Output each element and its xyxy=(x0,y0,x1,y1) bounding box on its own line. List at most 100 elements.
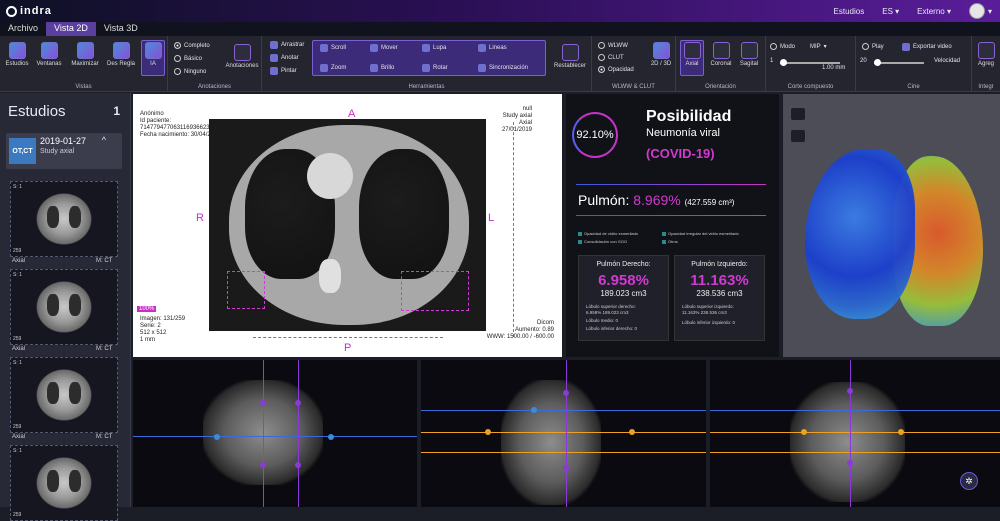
ia-button[interactable]: IA xyxy=(138,42,168,67)
legend-others: Otros xyxy=(662,239,678,244)
chevron-up-icon[interactable]: ^ xyxy=(102,135,106,145)
group-herramientas: Arrastrar Anotar Pintar Scroll Zoom Move… xyxy=(262,36,592,92)
scroll-tool[interactable]: Scroll xyxy=(320,44,346,52)
play-button[interactable]: Play xyxy=(862,43,884,50)
group-wlww: WLWW CLUT Opacidad 2D / 3D WLWW & CLUT xyxy=(592,36,676,92)
language-dropdown[interactable]: ES ▾ xyxy=(882,7,899,16)
restablecer-button[interactable]: Restablecer xyxy=(550,44,590,69)
legend-consolidation: Consolidación con GGO xyxy=(578,239,627,244)
axial-viewer[interactable]: Anónimo Id paciente: 714779477063116936623… xyxy=(133,94,562,357)
brillo-tool[interactable]: Brillo xyxy=(370,64,394,72)
group-integr: Agreg Integr xyxy=(972,36,1000,92)
study-count: 1 xyxy=(113,104,120,118)
axial-button[interactable]: Axial xyxy=(677,42,707,67)
horizontal-ruler xyxy=(253,334,443,338)
rotar-tool[interactable]: Rotar xyxy=(422,64,448,72)
sidebar-title: Estudios xyxy=(8,103,66,120)
study-card[interactable]: OT,CT 2019-01-27 Study axial ^ xyxy=(6,133,122,169)
roi-box-right[interactable] xyxy=(227,271,265,309)
maximizar-button[interactable]: Maximizar xyxy=(70,42,100,67)
sagital-button[interactable]: Sagital xyxy=(734,42,764,67)
mover-tool[interactable]: Mover xyxy=(370,44,398,52)
study-description: Study axial xyxy=(40,148,75,155)
ai-covid-label: (COVID-19) xyxy=(646,146,715,161)
view-option-icon[interactable] xyxy=(791,108,805,120)
indra-logo: indra xyxy=(6,5,52,17)
anotar-tool[interactable]: Anotar xyxy=(270,54,299,62)
ai-results-panel: 92.10% Posibilidad Neumonía viral (COVID… xyxy=(566,94,779,357)
studies-sidebar: Estudios 1 OT,CT 2019-01-27 Study axial … xyxy=(0,93,131,521)
image-info: Imagen: 131/259 Serie: 2 512 x 512 1 mm xyxy=(140,316,186,343)
ribbon-toolbar: Estudios Ventanas Maximizar Des Regla IA… xyxy=(0,36,1000,92)
tab-archivo[interactable]: Archivo xyxy=(0,22,46,36)
group-corte: Modo MIP ▾ 1 1.00 mm Corte compuesto xyxy=(766,36,856,92)
main-tabs: Archivo Vista 2D Vista 3D xyxy=(0,22,1000,36)
avatar[interactable]: ▾ xyxy=(968,3,992,19)
modo-toggle[interactable]: Modo xyxy=(770,43,795,50)
mpr-sagittal-view[interactable] xyxy=(421,360,706,507)
ct-thumbnail-image xyxy=(35,456,93,510)
orientation-label-left: L xyxy=(488,212,495,224)
tab-vista-2d[interactable]: Vista 2D xyxy=(46,22,96,36)
pintar-tool[interactable]: Pintar xyxy=(270,67,297,75)
series-thumbnail[interactable]: S: 1 259 xyxy=(10,269,118,345)
settings-gear-icon[interactable]: ✲ xyxy=(960,472,978,490)
clut-toggle[interactable]: CLUT xyxy=(598,54,624,61)
sincronizacion-tool[interactable]: Sincronización xyxy=(478,64,528,72)
group-vistas: Estudios Ventanas Maximizar Des Regla IA… xyxy=(0,36,168,92)
group-orientacion: Axial Coronal Sagital Orientación xyxy=(676,36,766,92)
legend-ggo: Opacidad de vidrio esmerilado xyxy=(578,231,638,236)
speed-slider[interactable] xyxy=(874,59,924,66)
coronal-button[interactable]: Coronal xyxy=(706,42,736,67)
3d-lung-viewer[interactable] xyxy=(783,94,1000,357)
ai-title: Posibilidad xyxy=(646,108,732,125)
radio-completo[interactable]: Completo xyxy=(174,42,210,49)
zoom-percentage: 100% xyxy=(137,306,157,312)
group-anotaciones: Completo Básico Ninguno Anotaciones Anot… xyxy=(168,36,262,92)
ct-thumbnail-image xyxy=(35,368,93,422)
view-option-icon[interactable] xyxy=(791,130,805,142)
des-regla-button[interactable]: Des Regla xyxy=(106,42,136,67)
orientation-label-right: R xyxy=(196,212,204,224)
radio-basico[interactable]: Básico xyxy=(174,55,202,62)
lupa-tool[interactable]: Lupa xyxy=(422,44,446,52)
ai-subtitle: Neumonía viral xyxy=(646,127,720,139)
slice-slider[interactable] xyxy=(780,59,840,66)
series-thumbnail[interactable]: S: 1 259 xyxy=(10,445,118,521)
opacidad-toggle[interactable]: Opacidad xyxy=(598,66,634,73)
mpr-axial-view[interactable] xyxy=(133,360,417,507)
lineas-tool[interactable]: Lineas xyxy=(478,44,507,52)
lung-total: Pulmón: 8.969% (427.559 cm³) xyxy=(578,192,735,208)
zoom-tool[interactable]: Zoom xyxy=(320,64,346,72)
legend-irregular-ggo: Opacidad irregular del vidrio esmerilado xyxy=(662,231,739,236)
right-lung-3d xyxy=(805,149,915,319)
right-lung-box: Pulmón Derecho: 6.958% 189.023 cm3 Lóbul… xyxy=(578,255,669,341)
export-video-button[interactable]: Exportar video xyxy=(902,43,952,51)
tab-vista-3d[interactable]: Vista 3D xyxy=(96,22,146,36)
left-lung-box: Pulmón Izquierdo: 11.163% 238.536 cm3 Ló… xyxy=(674,255,765,341)
radio-ninguno[interactable]: Ninguno xyxy=(174,68,206,75)
modality-badge: OT,CT xyxy=(9,138,36,164)
series-thumbnail[interactable]: S: 1 259 xyxy=(10,357,118,433)
series-thumbnail[interactable]: S: 1 259 xyxy=(10,181,118,257)
user-menu[interactable]: Externo ▾ xyxy=(917,7,951,16)
mpr-coronal-view[interactable] xyxy=(710,360,1000,507)
agregar-button[interactable]: Agreg xyxy=(971,42,1000,67)
roi-box-left[interactable] xyxy=(401,271,469,311)
group-cine: Play Exportar video 20 Velocidad Cine xyxy=(856,36,972,92)
top-bar: indra Estudios ES ▾ Externo ▾ ▾ xyxy=(0,0,1000,22)
nav-estudios[interactable]: Estudios xyxy=(834,7,865,16)
ct-image xyxy=(209,119,486,331)
mip-dropdown[interactable]: MIP ▾ xyxy=(810,43,827,51)
2d-3d-button[interactable]: 2D / 3D xyxy=(646,42,676,67)
ventanas-button[interactable]: Ventanas xyxy=(34,42,64,67)
study-date: 2019-01-27 xyxy=(40,136,87,146)
vertical-ruler xyxy=(513,122,517,337)
orientation-label-anterior: A xyxy=(348,108,356,120)
arrastrar-tool[interactable]: Arrastrar xyxy=(270,41,304,49)
estudios-button[interactable]: Estudios xyxy=(2,42,32,67)
anotaciones-button[interactable]: Anotaciones xyxy=(224,44,260,69)
wlww-toggle[interactable]: WLWW xyxy=(598,42,628,49)
probability-gauge: 92.10% xyxy=(572,112,618,158)
dicom-info: Dicom Aumento: 0.89 WWW: 1500.00 / -600.00 xyxy=(486,320,554,340)
